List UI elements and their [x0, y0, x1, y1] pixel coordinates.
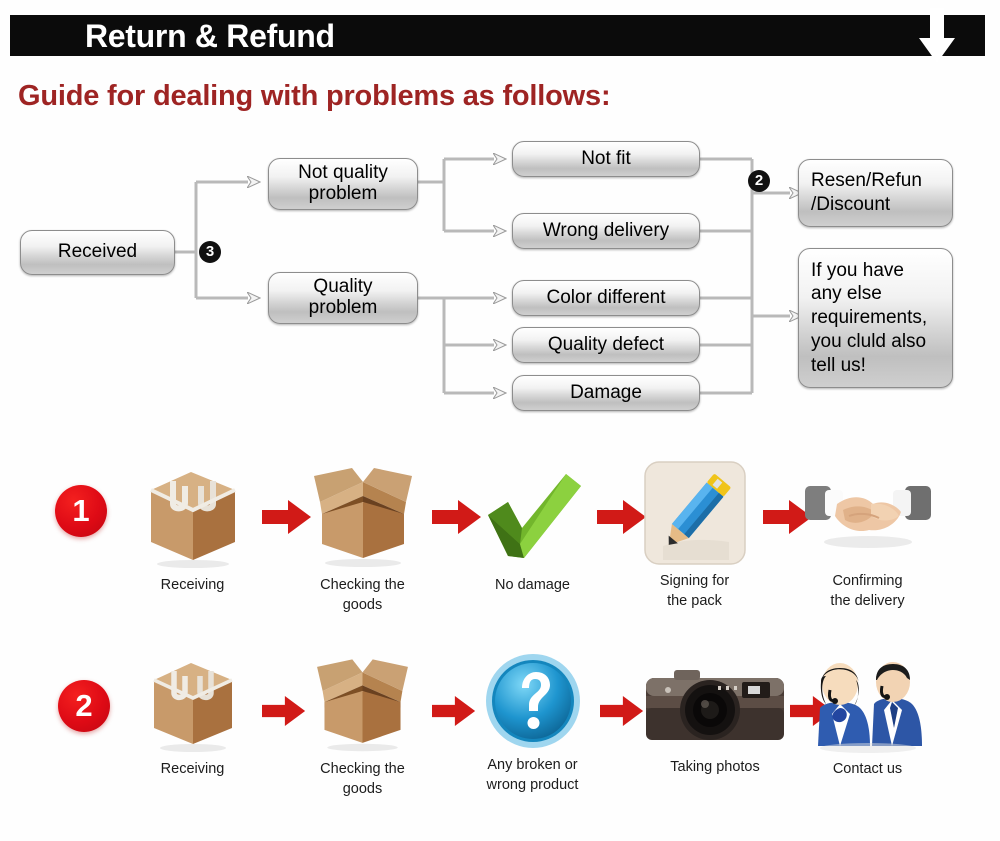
- badge-3: 3: [199, 241, 221, 263]
- flow-box-damage: Damage: [512, 375, 700, 411]
- step-number-2: 2: [58, 680, 110, 732]
- step-row-2: 2 Receiving Checking the goods Any broke…: [0, 648, 1000, 838]
- step-label: Contact us: [832, 761, 903, 777]
- step-cell-confirming-the-delivery: Confirming the delivery: [800, 460, 935, 611]
- step-cell-receiving-2: Receiving: [130, 652, 255, 780]
- flow-box-wrong-delivery: Wrong delivery: [512, 213, 700, 249]
- return-refund-infographic: Return & Refund Guide for dealing with p…: [0, 0, 1000, 841]
- step-label: Any broken or wrong product: [486, 757, 579, 793]
- step-label: Checking the goods: [320, 577, 405, 613]
- step-row-1: 1 Receiving Checking the goods No damage…: [0, 452, 1000, 642]
- flow-box-label: Resen/Refun /Discount: [811, 170, 922, 215]
- flow-box-label: If you have any else requirements, you c…: [811, 259, 928, 376]
- flow-box-not-quality-problem: Not quality problem: [268, 158, 418, 210]
- down-arrow-icon: [919, 8, 955, 63]
- flow-box-quality-problem: Quality problem: [268, 272, 418, 324]
- flow-box-label: Quality defect: [547, 333, 665, 355]
- step-cell-checking-the-goods: Checking the goods: [300, 460, 425, 615]
- flow-box-color-different: Color different: [512, 280, 700, 316]
- open-box-icon: [310, 652, 415, 754]
- page-title: Return & Refund: [85, 18, 335, 54]
- step-cell-contact-us: Contact us: [800, 652, 935, 780]
- guide-heading: Guide for dealing with problems as follo…: [18, 80, 611, 112]
- flow-box-label: Not fit: [581, 147, 631, 169]
- sealed-box-icon: [147, 652, 239, 754]
- flow-box-quality-defect: Quality defect: [512, 327, 700, 363]
- question-mark-icon: [484, 652, 582, 750]
- flow-box-label: Not quality problem: [298, 162, 388, 204]
- flow-box-label: Quality problem: [308, 276, 378, 318]
- flow-box-label: Damage: [570, 381, 642, 403]
- step-label: Receiving: [160, 761, 225, 777]
- red-arrow-icon: [600, 696, 644, 726]
- flow-box-label: Color different: [546, 286, 666, 308]
- step-label: Checking the goods: [320, 761, 405, 797]
- step-cell-receiving: Receiving: [130, 460, 255, 596]
- badge-2: 2: [748, 170, 770, 192]
- pencil-signing-icon: [643, 460, 747, 566]
- step-cell-no-damage: No damage: [470, 460, 595, 596]
- support-agents-icon: [808, 652, 928, 754]
- step-label: Signing for the pack: [659, 573, 730, 609]
- camera-icon: [640, 660, 790, 752]
- flow-box-resend-refund-discount: Resen/Refun /Discount: [798, 159, 953, 227]
- flow-box-label: Received: [57, 241, 138, 263]
- step-cell-signing-for-the-pack: Signing for the pack: [632, 460, 757, 611]
- step-cell-taking-photos: Taking photos: [640, 660, 790, 778]
- step-label: No damage: [495, 577, 570, 593]
- flow-box-received: Received: [20, 230, 175, 275]
- flow-box-not-fit: Not fit: [512, 141, 700, 177]
- step-cell-checking-the-goods-2: Checking the goods: [300, 652, 425, 799]
- sealed-box-icon: [143, 460, 243, 570]
- flow-box-label: Wrong delivery: [542, 219, 670, 241]
- step-label: Taking photos: [670, 759, 760, 775]
- step-label: Confirming the delivery: [830, 573, 905, 609]
- open-box-icon: [308, 460, 418, 570]
- handshake-icon: [803, 460, 933, 566]
- step-cell-any-broken-or-wrong-product: Any broken or wrong product: [470, 652, 595, 795]
- step-number-1: 1: [55, 485, 107, 537]
- flow-box-other-requirements: If you have any else requirements, you c…: [798, 248, 953, 388]
- step-label: Receiving: [160, 577, 225, 593]
- green-check-icon: [478, 460, 588, 570]
- flowchart: Received 3 Not quality problem Quality p…: [0, 130, 1000, 430]
